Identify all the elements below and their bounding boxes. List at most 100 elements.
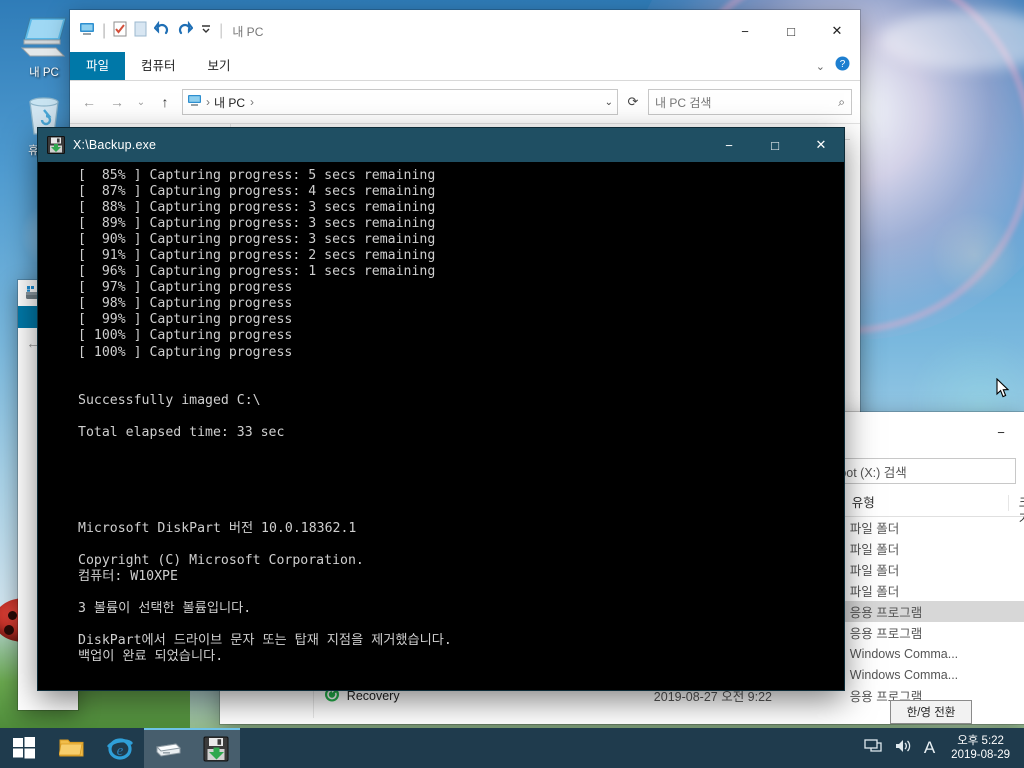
clock[interactable]: 오후 5:22 2019-08-29 (945, 734, 1016, 762)
computer-icon[interactable] (79, 22, 95, 41)
file-type-cell: Windows Comma... (849, 667, 959, 682)
folder-icon (59, 739, 84, 757)
column-header-type[interactable]: 유형 (840, 495, 1008, 511)
tab-view[interactable]: 보기 (192, 52, 247, 80)
file-type-cell: 파일 폴더 (849, 564, 900, 578)
address-segment-my-pc[interactable]: 내 PC (214, 94, 245, 111)
console-line: [ 91% ] Capturing progress: 2 secs remai… (78, 248, 436, 264)
console-line: [ 99% ] Capturing progress (78, 312, 293, 328)
floppy-save-icon (47, 136, 65, 154)
console-output[interactable]: [ 85% ] Capturing progress: 5 secs remai… (38, 162, 844, 665)
drive-icon (155, 743, 182, 757)
address-separator: › (206, 95, 210, 109)
console-line: [ 96% ] Capturing progress: 1 secs remai… (78, 264, 436, 280)
explorer1-ribbon-tabs[interactable]: 파일 컴퓨터 보기 ⌄ ? (70, 52, 860, 81)
file-type-cell: 파일 폴더 (849, 543, 900, 557)
explorer1-title: 내 PC (232, 24, 264, 39)
network-icon[interactable] (864, 738, 884, 758)
file-type-cell: 파일 폴더 (849, 585, 900, 599)
console-titlebar[interactable]: X:\Backup.exe − □ ✕ (38, 128, 844, 162)
tab-file[interactable]: 파일 (70, 52, 126, 80)
forward-button[interactable]: → (106, 94, 128, 110)
address-dropdown-chevron-icon[interactable]: ⌄ (605, 97, 613, 108)
explorer1-navigation-bar[interactable]: ← → ⌄ ↑ › 내 PC › ⌄ ⟳ 내 PC 검색 ⌕ (70, 81, 860, 123)
undo-icon[interactable] (153, 20, 170, 42)
close-button[interactable]: ✕ (814, 16, 860, 46)
taskbar-item-boot-drive[interactable] (144, 728, 192, 768)
taskbar-item-file-explorer[interactable] (48, 728, 96, 768)
console-line: [ 90% ] Capturing progress: 3 secs remai… (78, 232, 436, 248)
properties-icon[interactable] (113, 21, 127, 42)
console-line: [ 85% ] Capturing progress: 5 secs remai… (78, 168, 436, 183)
search-box[interactable]: Boot (X:) 검색 (822, 458, 1016, 484)
file-type-cell: 응용 프로그램 (849, 627, 923, 641)
taskbar[interactable]: e A 오후 5:22 2019-08-29 (0, 728, 1024, 768)
quick-access-toolbar[interactable]: | | 내 PC (70, 20, 264, 42)
minimize-button[interactable]: − (722, 16, 768, 46)
recent-locations-chevron-icon[interactable]: ⌄ (134, 97, 148, 108)
console-title: X:\Backup.exe (73, 138, 157, 152)
help-icon[interactable]: ? (835, 56, 850, 76)
address-computer-icon (187, 94, 202, 110)
console-line: [ 100% ] Capturing progress (78, 328, 293, 344)
console-window-backup-exe[interactable]: X:\Backup.exe − □ ✕ [ 85% ] Capturing pr… (38, 128, 844, 690)
floppy-save-icon (203, 736, 229, 762)
volume-icon[interactable] (894, 738, 914, 758)
file-type-cell: 응용 프로그램 (849, 606, 923, 620)
new-folder-icon[interactable] (134, 21, 147, 42)
column-header-size[interactable]: 크기 (1007, 495, 1024, 526)
start-button[interactable] (0, 728, 48, 768)
console-line: 백업이 완료 되었습니다. (78, 648, 224, 664)
explorer1-window-controls[interactable]: − □ ✕ (722, 16, 860, 46)
tab-computer[interactable]: 컴퓨터 (125, 52, 192, 80)
refresh-icon[interactable]: ⟳ (624, 94, 642, 110)
internet-explorer-icon: e (107, 738, 133, 760)
maximize-button[interactable]: □ (752, 128, 798, 162)
maximize-button[interactable]: □ (768, 16, 814, 46)
console-line: Successfully imaged C:\ (78, 392, 261, 408)
search-box[interactable]: 내 PC 검색 ⌕ (648, 89, 852, 115)
ribbon-right-controls[interactable]: ⌄ ? (816, 52, 860, 80)
system-tray[interactable]: A 오후 5:22 2019-08-29 (864, 728, 1024, 768)
console-line: [ 97% ] Capturing progress (78, 280, 293, 296)
address-separator-2: › (250, 95, 255, 109)
ime-tooltip-label: 한/영 전환 (906, 707, 956, 719)
ime-indicator[interactable]: A (924, 738, 935, 758)
clock-time: 오후 5:22 (957, 735, 1004, 747)
explorer2-window-controls[interactable]: − (978, 418, 1024, 446)
search-icon[interactable]: ⌕ (838, 95, 845, 110)
file-type-cell: 파일 폴더 (849, 522, 900, 536)
file-name-label: Recovery (346, 688, 400, 703)
explorer1-titlebar[interactable]: | | 내 PC − □ ✕ (70, 10, 860, 52)
console-window-controls[interactable]: − □ ✕ (706, 128, 844, 162)
redo-icon[interactable] (177, 20, 194, 42)
console-line: [ 98% ] Capturing progress (78, 296, 293, 312)
console-line: 3 볼륨이 선택한 볼륨입니다. (78, 600, 252, 616)
console-line: Microsoft DiskPart 버전 10.0.18362.1 (78, 520, 357, 536)
file-type-cell: Windows Comma... (849, 646, 959, 661)
minimize-button[interactable]: − (978, 418, 1024, 446)
ime-toggle-tooltip: 한/영 전환 (890, 700, 972, 724)
address-bar[interactable]: › 내 PC › ⌄ (182, 89, 618, 115)
minimize-button[interactable]: − (706, 128, 752, 162)
console-line: [ 89% ] Capturing progress: 3 secs remai… (78, 216, 436, 232)
customize-quick-access-chevron-icon[interactable] (200, 22, 212, 40)
back-button[interactable]: ← (78, 94, 100, 110)
collapse-ribbon-chevron-icon[interactable]: ⌄ (816, 60, 825, 73)
console-line: [ 88% ] Capturing progress: 3 secs remai… (78, 200, 436, 216)
taskbar-item-backup-exe[interactable] (192, 728, 240, 768)
taskbar-item-internet-explorer[interactable]: e (96, 728, 144, 768)
close-button[interactable]: ✕ (798, 128, 844, 162)
windows-logo-icon (13, 737, 35, 759)
up-button[interactable]: ↑ (154, 94, 176, 110)
svg-text:e: e (117, 743, 124, 759)
console-line: Total elapsed time: 33 sec (78, 424, 285, 440)
